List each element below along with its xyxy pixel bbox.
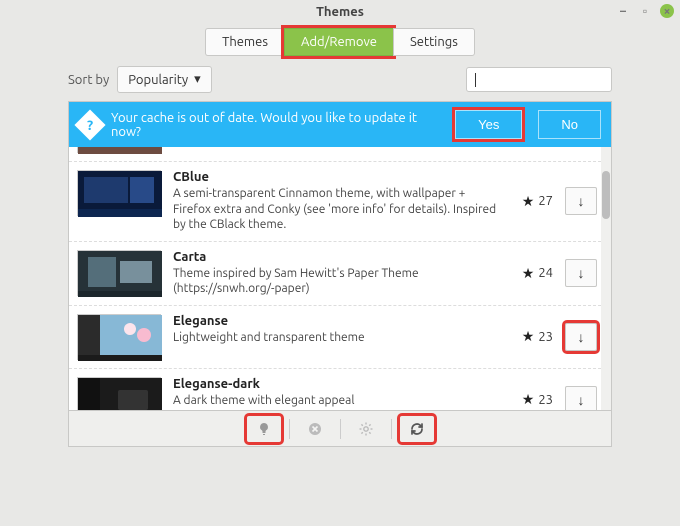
theme-row[interactable]: Eleganse-dark A dark theme with elegant …	[69, 368, 611, 410]
window-controls: – ▫ ×	[616, 4, 674, 18]
scrollbar-track[interactable]	[601, 147, 611, 410]
theme-desc: A semi-transparent Cinnamon theme, with …	[173, 186, 501, 233]
theme-row[interactable]: CBlue A semi-transparent Cinnamon theme,…	[69, 161, 611, 241]
rating-value: 24	[538, 266, 553, 280]
theme-name: Carta	[173, 250, 501, 264]
theme-rating: ★ 23	[513, 328, 553, 345]
chevron-down-icon: ▾	[194, 72, 201, 87]
download-button[interactable]: ↓	[565, 187, 597, 215]
theme-rating: ★ 24	[513, 265, 553, 282]
refresh-button[interactable]	[400, 416, 434, 442]
download-button[interactable]: ↓	[565, 386, 597, 410]
theme-desc: Theme inspired by Sam Hewitt's Paper The…	[173, 266, 501, 297]
theme-info: Carta Theme inspired by Sam Hewitt's Pap…	[173, 250, 501, 297]
star-icon: ★	[522, 391, 535, 408]
rating-value: 23	[538, 330, 553, 344]
scrollbar-thumb[interactable]	[602, 171, 610, 219]
theme-thumbnail	[77, 147, 161, 153]
theme-list: CBlue A semi-transparent Cinnamon theme,…	[69, 147, 611, 410]
info-button[interactable]	[247, 416, 281, 442]
window: Themes – ▫ × Themes Add/Remove Settings …	[0, 0, 680, 526]
search-input[interactable]	[476, 72, 652, 87]
star-icon: ★	[522, 193, 535, 210]
theme-thumbnail	[77, 170, 161, 216]
rating-value: 23	[538, 393, 553, 407]
theme-info: CBlue A semi-transparent Cinnamon theme,…	[173, 170, 501, 233]
close-circle-icon	[307, 421, 323, 437]
theme-thumbnail	[77, 250, 161, 296]
maximize-button[interactable]: ▫	[638, 4, 652, 18]
minimize-button[interactable]: –	[616, 4, 630, 18]
sort-value: Popularity	[128, 73, 188, 87]
theme-thumbnail	[77, 377, 161, 410]
close-button[interactable]: ×	[660, 4, 674, 18]
tab-themes[interactable]: Themes	[205, 28, 284, 56]
tab-settings[interactable]: Settings	[393, 28, 475, 56]
window-title: Themes	[316, 5, 364, 19]
toolbar: Sort by Popularity ▾	[0, 66, 680, 101]
theme-row[interactable]: Carta Theme inspired by Sam Hewitt's Pap…	[69, 241, 611, 305]
cancel-button[interactable]	[298, 416, 332, 442]
theme-name: Eleganse-dark	[173, 377, 501, 391]
theme-info: Eleganse-dark A dark theme with elegant …	[173, 377, 501, 409]
tab-add-remove[interactable]: Add/Remove	[284, 28, 393, 56]
theme-rating: ★ 27	[513, 193, 553, 210]
theme-name: CBlue	[173, 170, 501, 184]
theme-desc: A dark theme with elegant appeal	[173, 393, 501, 409]
update-banner: ? Your cache is out of date. Would you l…	[69, 102, 611, 147]
question-icon: ?	[74, 109, 105, 140]
star-icon: ★	[522, 265, 535, 282]
theme-thumbnail	[77, 314, 161, 360]
tabs: Themes Add/Remove Settings	[0, 24, 680, 66]
banner-no-button[interactable]: No	[538, 110, 601, 139]
settings-button[interactable]	[349, 416, 383, 442]
gear-icon	[358, 421, 374, 437]
titlebar: Themes – ▫ ×	[0, 0, 680, 24]
sort-label: Sort by	[68, 73, 109, 87]
star-icon: ★	[522, 328, 535, 345]
lightbulb-icon	[256, 421, 272, 437]
banner-text: Your cache is out of date. Would you lik…	[111, 111, 445, 139]
download-button[interactable]: ↓	[565, 323, 597, 351]
bottom-toolbar	[69, 410, 611, 446]
refresh-icon	[409, 421, 425, 437]
content-panel: ? Your cache is out of date. Would you l…	[68, 101, 612, 447]
theme-row	[69, 147, 611, 161]
theme-name: Eleganse	[173, 314, 501, 328]
search-box[interactable]	[466, 67, 612, 92]
banner-yes-button[interactable]: Yes	[455, 110, 522, 139]
theme-rating: ★ 23	[513, 391, 553, 408]
theme-info: Eleganse Lightweight and transparent the…	[173, 314, 501, 346]
theme-row[interactable]: Eleganse Lightweight and transparent the…	[69, 305, 611, 368]
sort-select[interactable]: Popularity ▾	[117, 66, 211, 93]
rating-value: 27	[538, 194, 553, 208]
theme-desc: Lightweight and transparent theme	[173, 330, 501, 346]
download-button[interactable]: ↓	[565, 259, 597, 287]
